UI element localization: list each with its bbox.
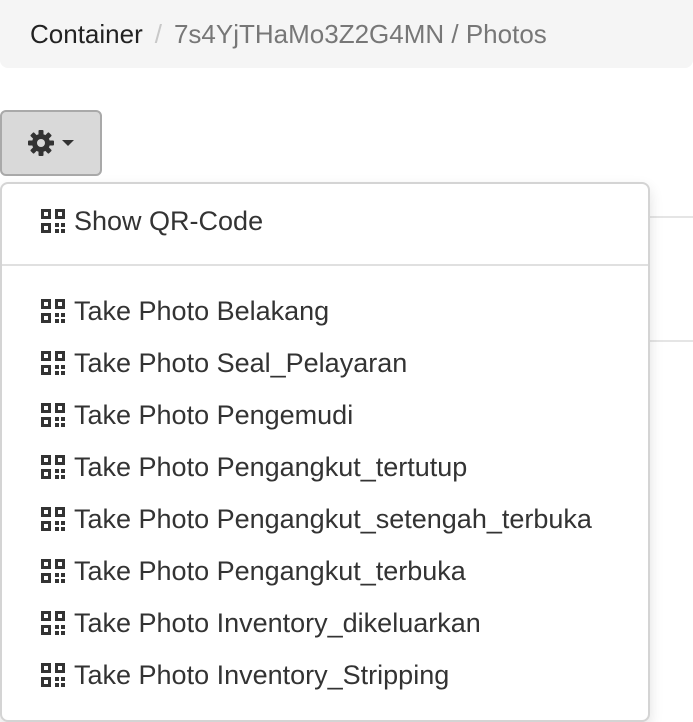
menu-item-take-photo[interactable]: Take Photo Belakang [40, 291, 329, 331]
qrcode-icon [41, 209, 65, 233]
menu-item-take-photo[interactable]: Take Photo Seal_Pelayaran [40, 343, 407, 383]
menu-item-label: Take Photo Belakang [74, 295, 330, 326]
qrcode-icon [41, 455, 65, 479]
menu-item-show-qr-code[interactable]: Show QR-Code [40, 201, 263, 241]
menu-item-take-photo[interactable]: Take Photo Pengangkut_terbuka [40, 551, 466, 591]
qrcode-icon [41, 403, 65, 427]
menu-item-label: Take Photo Pengemudi [74, 399, 354, 430]
menu-item-take-photo[interactable]: Take Photo Inventory_Stripping [40, 655, 449, 695]
menu-item-take-photo[interactable]: Take Photo Inventory_dikeluarkan [40, 603, 481, 643]
menu-divider [2, 264, 648, 266]
settings-dropdown-menu: Show QR-Code Take Photo Belakang Take Pho… [0, 182, 650, 722]
menu-item-label: Take Photo Pengangkut_setengah_terbuka [74, 503, 592, 534]
breadcrumb-separator: / [154, 18, 162, 49]
background-divider [643, 216, 693, 218]
menu-item-take-photo[interactable]: Take Photo Pengemudi [40, 395, 353, 435]
menu-item-label: Take Photo Inventory_dikeluarkan [74, 607, 481, 638]
menu-item-label: Take Photo Inventory_Stripping [74, 659, 450, 690]
qrcode-icon [41, 559, 65, 583]
qrcode-icon [41, 299, 65, 323]
background-divider [643, 340, 693, 342]
menu-item-take-photo[interactable]: Take Photo Pengangkut_tertutup [40, 447, 467, 487]
qrcode-icon [41, 507, 65, 531]
caret-down-icon [62, 140, 74, 146]
breadcrumb-current: 7s4YjTHaMo3Z2G4MN / Photos [173, 18, 547, 49]
qrcode-icon [41, 611, 65, 635]
qrcode-icon [41, 351, 65, 375]
settings-dropdown-button[interactable] [0, 110, 102, 176]
qrcode-icon [41, 663, 65, 687]
menu-item-label: Show QR-Code [74, 205, 264, 236]
menu-item-label: Take Photo Seal_Pelayaran [74, 347, 408, 378]
menu-item-label: Take Photo Pengangkut_tertutup [74, 451, 468, 482]
gear-icon [28, 130, 54, 156]
menu-item-take-photo[interactable]: Take Photo Pengangkut_setengah_terbuka [40, 499, 592, 539]
breadcrumb: Container / 7s4YjTHaMo3Z2G4MN / Photos [0, 0, 693, 68]
menu-item-label: Take Photo Pengangkut_terbuka [74, 555, 466, 586]
breadcrumb-container-link[interactable]: Container [30, 19, 143, 50]
